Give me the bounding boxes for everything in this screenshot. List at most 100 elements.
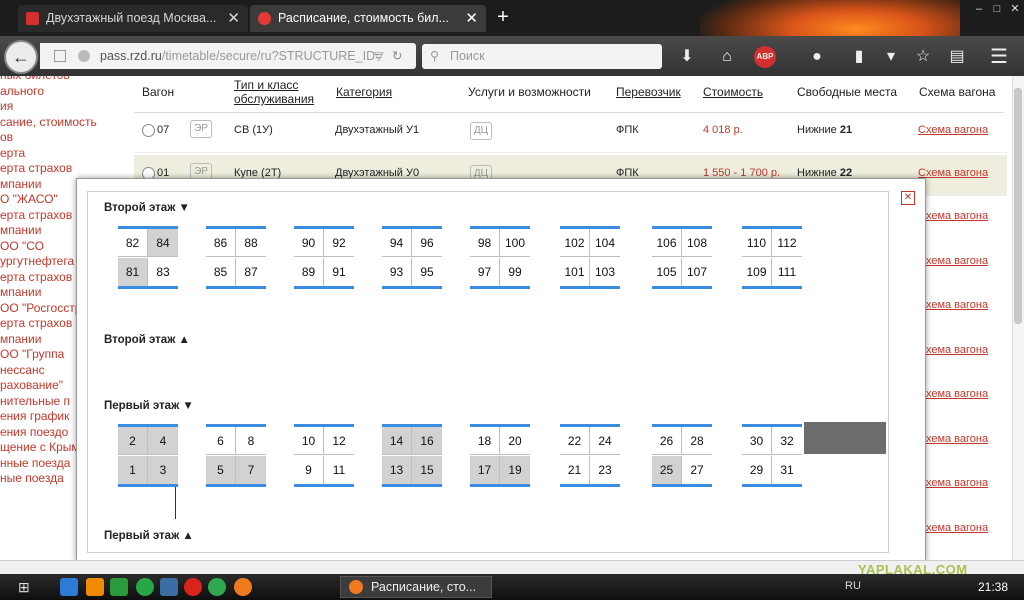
adblock-icon[interactable]: ABP	[754, 46, 776, 68]
scheme-link[interactable]: Схема вагона	[918, 477, 988, 489]
seat[interactable]: 95	[412, 258, 442, 286]
seat[interactable]: 1	[118, 456, 148, 484]
seat[interactable]: 101	[560, 258, 590, 286]
seat[interactable]: 29	[742, 456, 772, 484]
seat[interactable]: 11	[324, 456, 354, 484]
seat[interactable]: 4	[148, 427, 178, 455]
seat[interactable]: 32	[772, 427, 802, 455]
seat[interactable]: 28	[682, 427, 712, 455]
dropdown-icon[interactable]: ▽	[374, 43, 384, 69]
seat[interactable]: 5	[206, 456, 236, 484]
floor-label-upper-top[interactable]: Второй этаж ▼	[104, 202, 190, 214]
menu-icon[interactable]: ☰	[988, 46, 1010, 68]
seat[interactable]: 17	[470, 456, 500, 484]
seat[interactable]: 88	[236, 229, 266, 257]
seat[interactable]: 21	[560, 456, 590, 484]
col-type[interactable]: Тип и класс обслуживания	[234, 78, 334, 106]
star-icon[interactable]: ☆	[912, 46, 934, 68]
seat[interactable]: 94	[382, 229, 412, 257]
close-window-icon[interactable]: ✕	[1008, 4, 1022, 15]
left-nav-link[interactable]: сание, стоимость	[0, 115, 126, 131]
toolbar-dropdown-icon[interactable]: ▾	[880, 46, 902, 68]
scheme-link[interactable]: Схема вагона	[918, 344, 988, 356]
battery-icon[interactable]: ▮	[848, 46, 870, 68]
seat[interactable]: 86	[206, 229, 236, 257]
seat[interactable]: 16	[412, 427, 442, 455]
seat[interactable]: 96	[412, 229, 442, 257]
download-icon[interactable]: ⬇	[676, 46, 698, 68]
vertical-scrollbar-thumb[interactable]	[1014, 88, 1022, 324]
seat[interactable]: 6	[206, 427, 236, 455]
seat[interactable]: 104	[590, 229, 620, 257]
col-cost[interactable]: Стоимость	[703, 85, 763, 99]
windows-icon[interactable]	[160, 578, 178, 596]
seat[interactable]: 26	[652, 427, 682, 455]
seat[interactable]: 112	[772, 229, 802, 257]
seat[interactable]: 91	[324, 258, 354, 286]
seat[interactable]: 92	[324, 229, 354, 257]
select-radio[interactable]	[142, 124, 155, 137]
left-nav-link[interactable]: ия	[0, 99, 126, 115]
back-button[interactable]: ←	[6, 42, 36, 72]
scheme-link[interactable]: Схема вагона	[918, 388, 988, 400]
scheme-link[interactable]: Схема вагона	[918, 210, 988, 222]
seat[interactable]: 90	[294, 229, 324, 257]
seat[interactable]: 23	[590, 456, 620, 484]
seat[interactable]: 2	[118, 427, 148, 455]
seat[interactable]: 105	[652, 258, 682, 286]
seat[interactable]: 13	[382, 456, 412, 484]
reload-icon[interactable]: ↻	[392, 43, 402, 69]
tab-close-icon[interactable]: ✕	[465, 5, 478, 32]
maximize-icon[interactable]: □	[990, 4, 1004, 15]
left-nav-link[interactable]: ерта страхов	[0, 161, 126, 177]
tab-close-icon[interactable]: ✕	[227, 5, 240, 32]
seat[interactable]: 12	[324, 427, 354, 455]
seat[interactable]: 97	[470, 258, 500, 286]
seat[interactable]: 20	[500, 427, 530, 455]
seat[interactable]: 81	[118, 258, 148, 286]
floor-label-lower-top[interactable]: Первый этаж ▼	[104, 400, 194, 412]
mail-icon[interactable]	[208, 578, 226, 596]
seat[interactable]: 10	[294, 427, 324, 455]
start-icon[interactable]: ⊞	[18, 578, 36, 596]
seat[interactable]: 31	[772, 456, 802, 484]
table-row[interactable]: 07 ЭР СВ (1У) Двухэтажный У1 ДЦ ФПК 4 01…	[134, 112, 1007, 153]
firefox-icon[interactable]	[234, 578, 252, 596]
scheme-link[interactable]: Схема вагона	[918, 433, 988, 445]
scheme-link[interactable]: Схема вагона	[918, 124, 988, 136]
left-nav-link[interactable]: ального	[0, 84, 126, 100]
modal-close-button[interactable]: ✕	[901, 191, 915, 205]
opera-icon[interactable]	[184, 578, 202, 596]
seat[interactable]: 107	[682, 258, 712, 286]
language-indicator[interactable]: RU	[845, 580, 861, 592]
col-carrier[interactable]: Перевозчик	[616, 85, 681, 99]
scheme-link[interactable]: Схема вагона	[918, 167, 988, 179]
seat[interactable]: 83	[148, 258, 178, 286]
left-nav-link[interactable]: ов	[0, 130, 126, 146]
left-nav-link[interactable]: ных билетов	[0, 76, 126, 84]
taskbar-task-firefox[interactable]: Расписание, сто...	[340, 576, 492, 598]
seat[interactable]: 8	[236, 427, 266, 455]
seat[interactable]: 3	[148, 456, 178, 484]
floor-label-upper-bottom[interactable]: Второй этаж ▲	[104, 334, 190, 346]
seat[interactable]: 18	[470, 427, 500, 455]
tab-timetable[interactable]: Расписание, стоимость бил... ✕	[250, 5, 486, 32]
seat[interactable]: 24	[590, 427, 620, 455]
seat[interactable]: 93	[382, 258, 412, 286]
home-icon[interactable]: ⌂	[716, 46, 738, 68]
seat[interactable]: 99	[500, 258, 530, 286]
clipboard-icon[interactable]: ▤	[946, 46, 968, 68]
seat[interactable]: 87	[236, 258, 266, 286]
seat[interactable]: 111	[772, 258, 802, 286]
url-bar[interactable]: pass.rzd.ru/timetable/secure/ru?STRUCTUR…	[40, 43, 416, 69]
share-icon[interactable]	[136, 578, 154, 596]
seat[interactable]: 103	[590, 258, 620, 286]
new-tab-button[interactable]: +	[492, 6, 514, 28]
floor-label-lower-bottom[interactable]: Первый этаж ▲	[104, 530, 194, 542]
search-input[interactable]: ⚲ Поиск	[422, 44, 662, 69]
seat[interactable]: 98	[470, 229, 500, 257]
app-h-icon[interactable]	[110, 578, 128, 596]
scheme-link[interactable]: Схема вагона	[918, 299, 988, 311]
seat[interactable]: 27	[682, 456, 712, 484]
minimize-icon[interactable]: –	[972, 4, 986, 15]
